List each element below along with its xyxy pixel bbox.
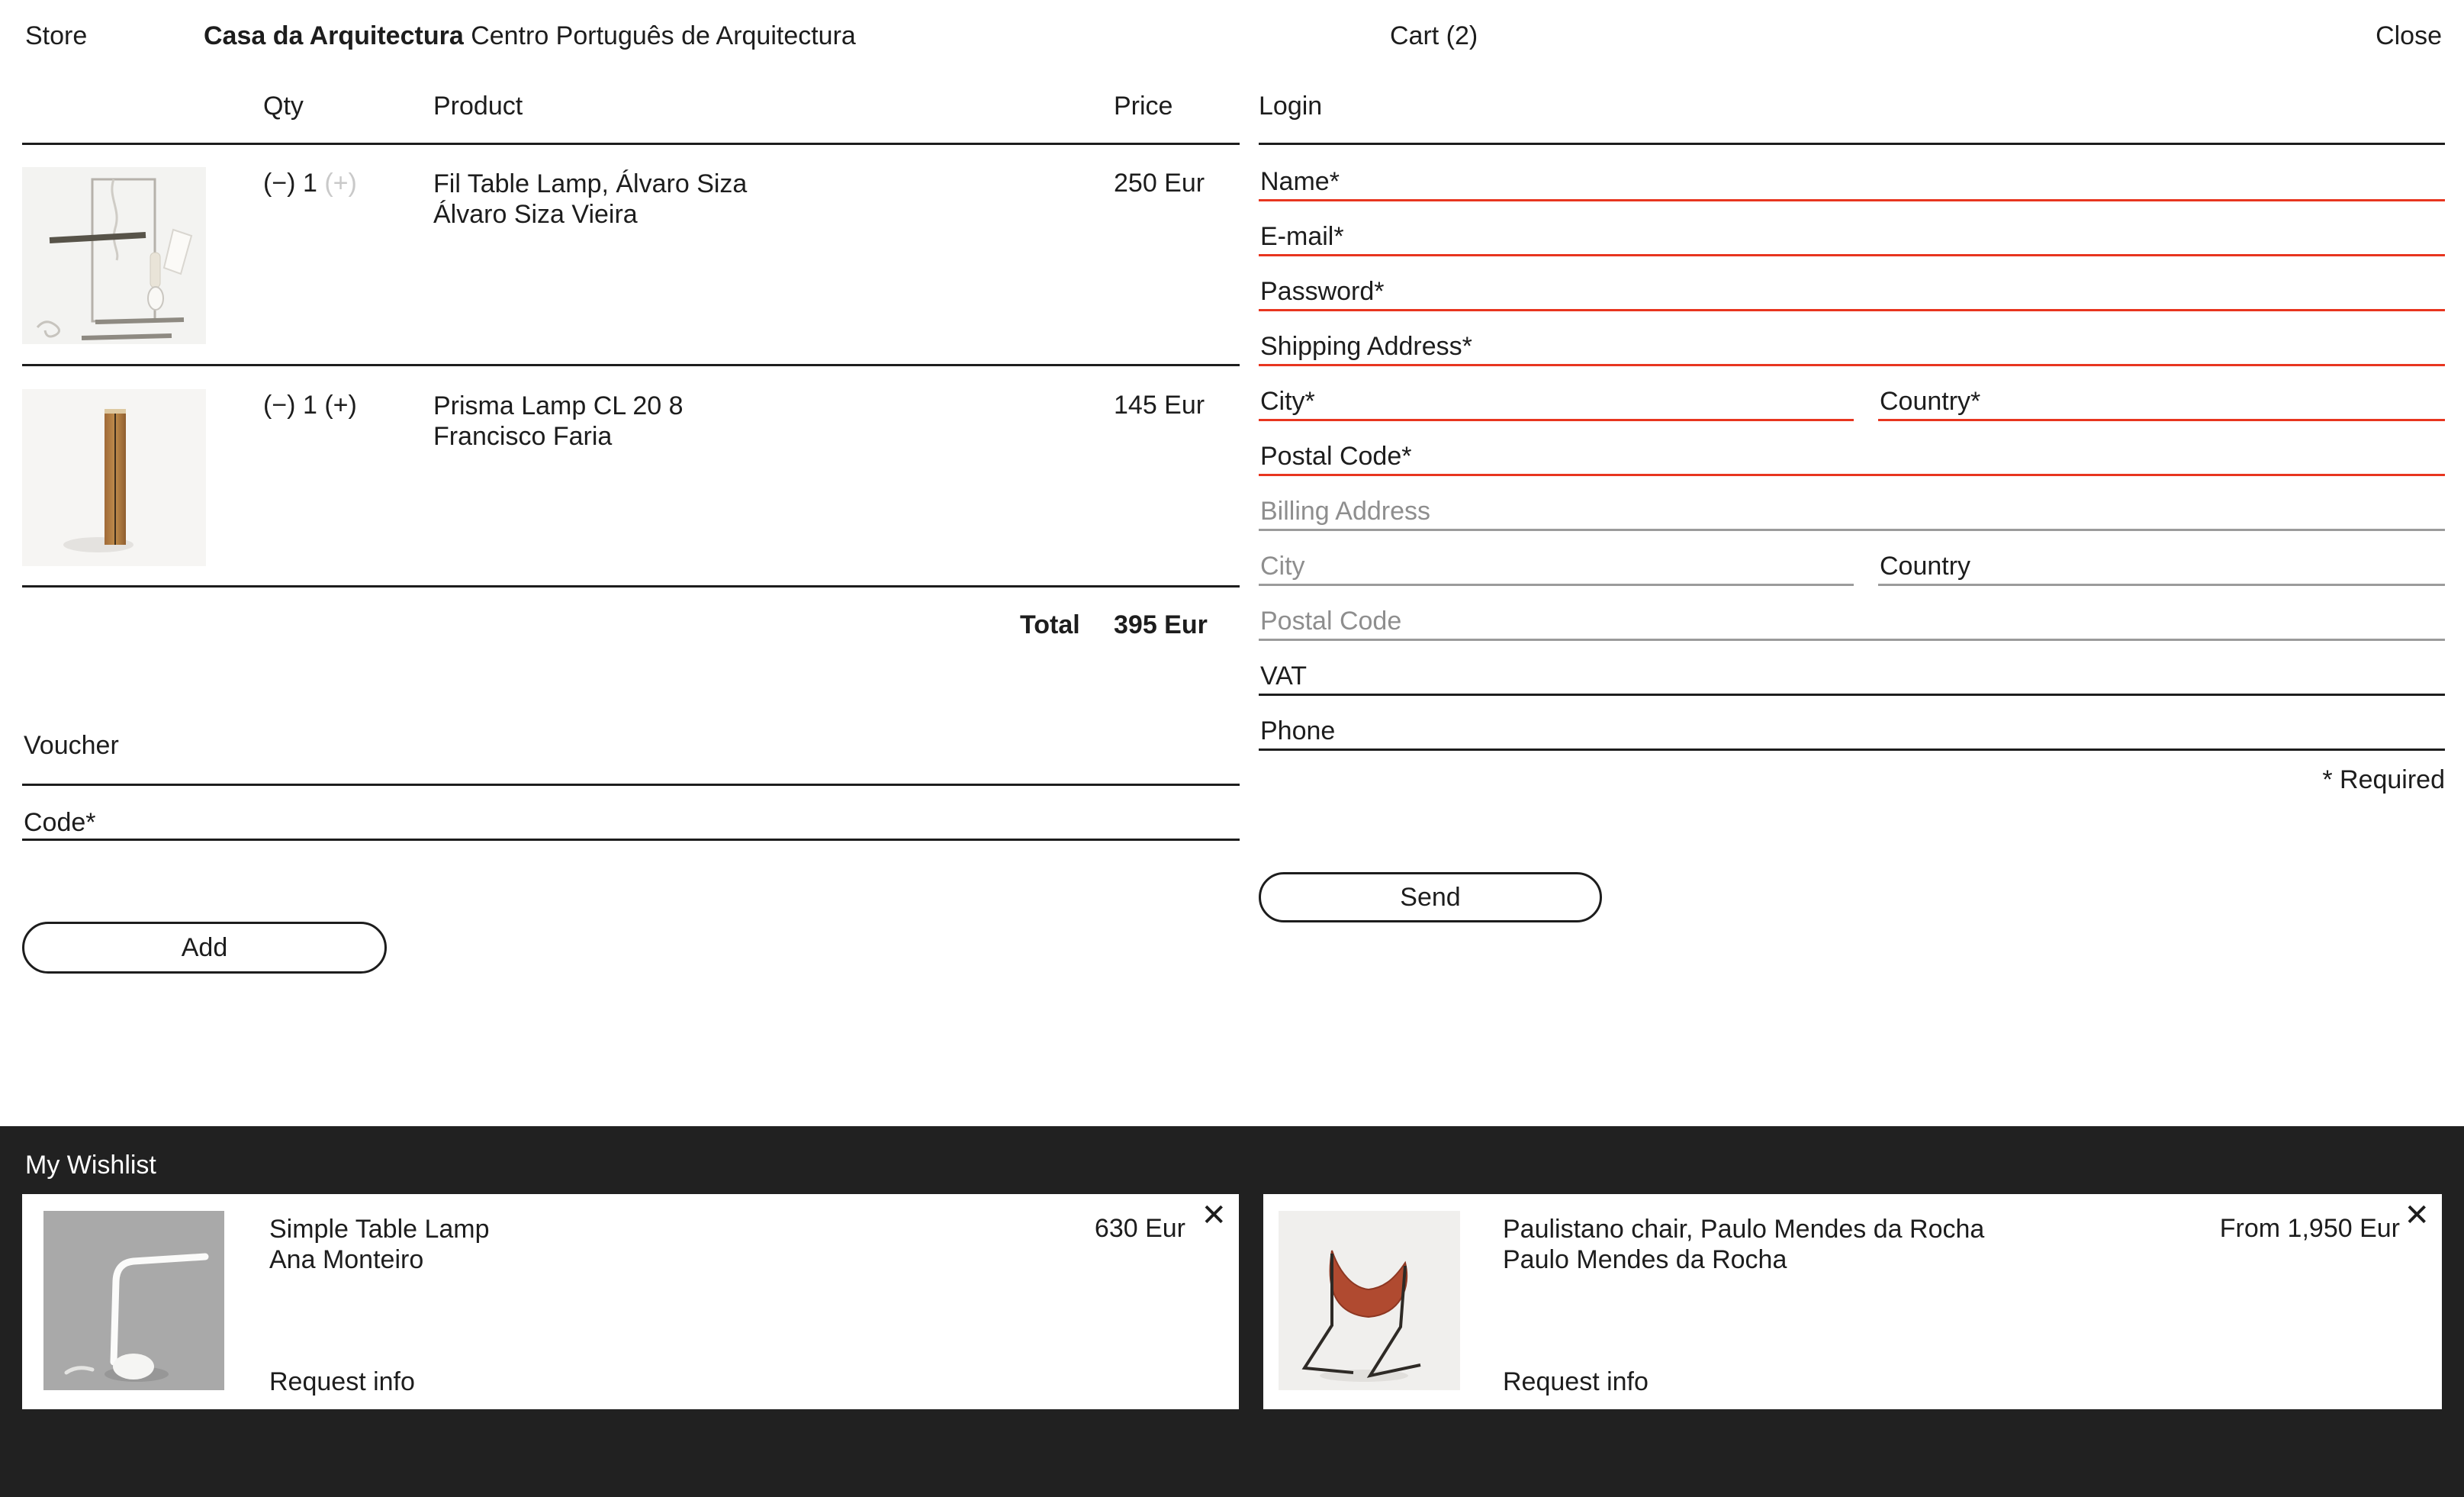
simple-table-lamp-illustration [43,1211,224,1390]
decrease-qty-button[interactable]: (−) [263,391,296,420]
voucher-code-field[interactable]: Code* [22,808,1240,842]
city-field[interactable]: City* [1259,387,1854,422]
fil-table-lamp-illustration [22,167,206,344]
cart-overlay: Store Casa da Arquitectura Centro Portug… [0,0,2464,1497]
product-column-header: Product [433,92,523,121]
divider [1259,143,2445,145]
paulistano-chair-illustration [1279,1211,1460,1390]
postal-code-label: Postal Code* [1260,442,1411,472]
country-label: Country* [1880,387,1980,417]
decrease-qty-button[interactable]: (−) [263,169,296,198]
wishlist-product-info: Simple Table Lamp Ana Monteiro [269,1214,490,1275]
remove-wishlist-item-icon[interactable]: ✕ [2404,1200,2430,1231]
total-label: Total [1020,610,1080,640]
password-field[interactable]: Password* [1259,277,2445,312]
wishlist-section: My Wishlist Simple Table Lamp Ana Montei… [0,1126,2464,1497]
prisma-lamp-illustration [22,389,206,566]
product-title[interactable]: Fil Table Lamp, Álvaro Siza [433,169,747,199]
wishlist-product-price: 630 Eur [1095,1214,1185,1244]
divider [22,143,1240,145]
phone-field[interactable]: Phone [1259,716,2445,752]
required-note: * Required [2322,765,2445,795]
qty-value: 1 [303,391,317,420]
billing-country-field[interactable]: Country [1878,552,2445,587]
divider [22,364,1240,366]
voucher-code-label: Code* [24,808,96,838]
send-button[interactable]: Send [1259,872,1602,922]
billing-postal-code-field[interactable]: Postal Code [1259,607,2445,642]
wishlist-card: Simple Table Lamp Ana Monteiro 630 Eur ✕… [22,1194,1239,1409]
name-label: Name* [1260,167,1340,197]
email-label: E-mail* [1260,222,1344,252]
prisma-lamp-photo [22,389,206,566]
divider [22,839,1240,841]
product-title[interactable]: Prisma Lamp CL 20 8 [433,391,684,421]
wishlist-card: Paulistano chair, Paulo Mendes da Rocha … [1263,1194,2442,1409]
increase-qty-button[interactable]: (+) [324,169,357,198]
shipping-address-field[interactable]: Shipping Address* [1259,332,2445,367]
country-field[interactable]: Country* [1878,387,2445,422]
product-price: 250 Eur [1114,169,1205,198]
request-info-link[interactable]: Request info [1503,1367,1649,1397]
billing-city-field[interactable]: City [1259,552,1854,587]
billing-postal-code-label: Postal Code [1260,607,1401,636]
total-value: 395 Eur [1114,610,1208,640]
fil-table-lamp-photo [22,167,206,344]
city-label: City* [1260,387,1315,417]
price-column-header: Price [1114,92,1172,121]
name-field[interactable]: Name* [1259,167,2445,202]
email-field[interactable]: E-mail* [1259,222,2445,257]
phone-label: Phone [1260,716,1335,746]
divider [22,585,1240,588]
wishlist-product-title[interactable]: Simple Table Lamp [269,1214,490,1244]
shipping-address-label: Shipping Address* [1260,332,1472,362]
simple-table-lamp-photo [43,1211,224,1390]
divider [22,784,1240,786]
wishlist-product-designer: Paulo Mendes da Rocha [1503,1244,1984,1275]
wishlist-product-title[interactable]: Paulistano chair, Paulo Mendes da Rocha [1503,1214,1984,1244]
remove-wishlist-item-icon[interactable]: ✕ [1201,1200,1227,1231]
item-qty-control: (−) 1 (+) [263,169,357,198]
vat-field[interactable]: VAT [1259,662,2445,697]
billing-country-label: Country [1880,552,1970,581]
product-designer: Álvaro Siza Vieira [433,199,747,230]
billing-city-label: City [1260,552,1305,581]
wishlist-product-info: Paulistano chair, Paulo Mendes da Rocha … [1503,1214,1984,1275]
increase-qty-button[interactable]: (+) [324,391,357,420]
wishlist-product-price: From 1,950 Eur [2220,1214,2400,1244]
qty-column-header: Qty [263,92,304,121]
billing-address-label: Billing Address [1260,497,1430,526]
request-info-link[interactable]: Request info [269,1367,415,1397]
voucher-title: Voucher [24,731,119,761]
paulistano-chair-photo [1279,1211,1460,1390]
item-qty-control: (−) 1 (+) [263,391,357,420]
product-info: Fil Table Lamp, Álvaro Siza Álvaro Siza … [433,169,747,230]
cart-section: Qty Product Price (−) 1 (+) [22,0,1240,1126]
postal-code-field[interactable]: Postal Code* [1259,442,2445,477]
password-label: Password* [1260,277,1385,307]
login-section: Login Name* E-mail* Password* Shipping A… [1259,0,2445,1126]
login-title: Login [1259,92,1322,121]
vat-label: VAT [1260,662,1307,691]
product-designer: Francisco Faria [433,421,684,452]
billing-address-field[interactable]: Billing Address [1259,497,2445,532]
wishlist-product-designer: Ana Monteiro [269,1244,490,1275]
add-voucher-button[interactable]: Add [22,922,387,974]
product-price: 145 Eur [1114,391,1205,420]
product-info: Prisma Lamp CL 20 8 Francisco Faria [433,391,684,452]
wishlist-title: My Wishlist [25,1151,156,1180]
qty-value: 1 [303,169,317,198]
